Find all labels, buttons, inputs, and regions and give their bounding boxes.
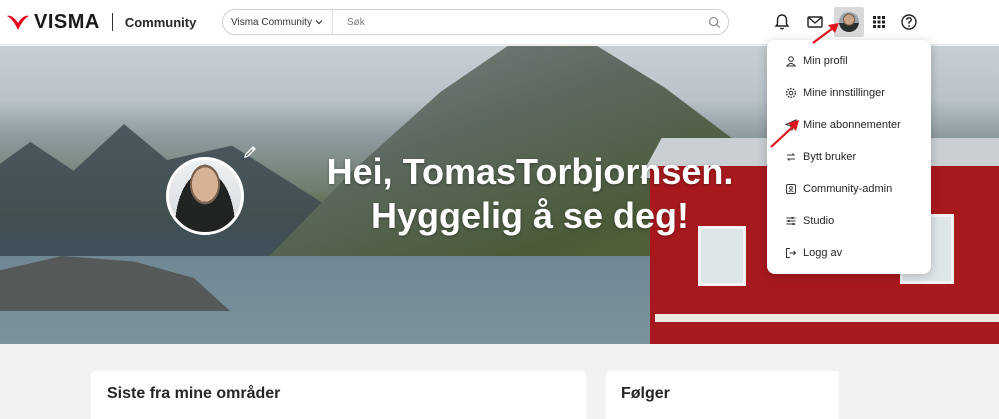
user-icon (785, 56, 797, 67)
menu-item-label: Mine abonnementer (803, 119, 901, 131)
search-scope-dropdown[interactable]: Visma Community (223, 10, 333, 34)
help-icon[interactable] (898, 11, 920, 33)
greeting-line-1: Hei, TomasTorbjornsen. (326, 151, 734, 192)
menu-item-label: Bytt bruker (803, 151, 857, 163)
avatar (839, 12, 859, 32)
card-title-recent: Siste fra mine områder (107, 385, 281, 402)
menu-item-label: Community-admin (803, 183, 893, 195)
search-bar: Visma Community (222, 9, 729, 35)
logo-text: VISMA (34, 10, 100, 33)
bell-icon[interactable] (771, 11, 793, 33)
send-icon (785, 119, 797, 131)
menu-item-min-profil[interactable]: Min profil (767, 45, 931, 77)
visma-logo-mark-icon (7, 15, 29, 30)
search-input[interactable] (333, 16, 700, 28)
user-avatar-button[interactable] (834, 7, 864, 37)
card-title-following: Følger (621, 385, 670, 402)
search-scope-label: Visma Community (231, 16, 312, 28)
mail-icon[interactable] (804, 11, 826, 33)
edit-pencil-icon[interactable] (242, 144, 258, 160)
user-dropdown-menu: Min profil Mine innstillinger Mine abonn… (767, 40, 931, 274)
recent-areas-card: Siste fra mine områder (91, 371, 586, 419)
sliders-icon (786, 217, 796, 225)
greeting-line-2: Hyggelig å se deg! (370, 195, 690, 236)
admin-icon (786, 184, 796, 194)
community-label: Community (124, 14, 197, 30)
menu-item-logg-av[interactable]: Logg av (767, 237, 931, 269)
menu-item-studio[interactable]: Studio (767, 205, 931, 237)
hero-pier (655, 314, 999, 322)
hero-greeting: Hei, TomasTorbjornsen. Hyggelig å se deg… (230, 150, 830, 238)
search-icon[interactable] (700, 16, 728, 29)
apps-grid-icon[interactable] (868, 11, 890, 33)
menu-item-mine-innstillinger[interactable]: Mine innstillinger (767, 77, 931, 109)
profile-avatar[interactable] (166, 157, 244, 235)
top-header: VISMA Community Visma Community (0, 0, 999, 45)
visma-logo[interactable]: VISMA Community (6, 9, 196, 35)
menu-item-bytt-bruker[interactable]: Bytt bruker (767, 141, 931, 173)
settings-icon (785, 87, 797, 99)
following-card: Følger (606, 371, 839, 419)
switch-user-icon (786, 153, 796, 161)
logo-divider (111, 13, 113, 31)
menu-item-label: Mine innstillinger (803, 87, 885, 99)
menu-item-label: Logg av (803, 247, 843, 259)
logout-icon (786, 248, 797, 258)
menu-item-label: Min profil (803, 55, 848, 67)
menu-item-label: Studio (803, 215, 835, 227)
menu-item-mine-abonnementer[interactable]: Mine abonnementer (767, 109, 931, 141)
menu-item-community-admin[interactable]: Community-admin (767, 173, 931, 205)
chevron-down-icon (315, 20, 323, 25)
